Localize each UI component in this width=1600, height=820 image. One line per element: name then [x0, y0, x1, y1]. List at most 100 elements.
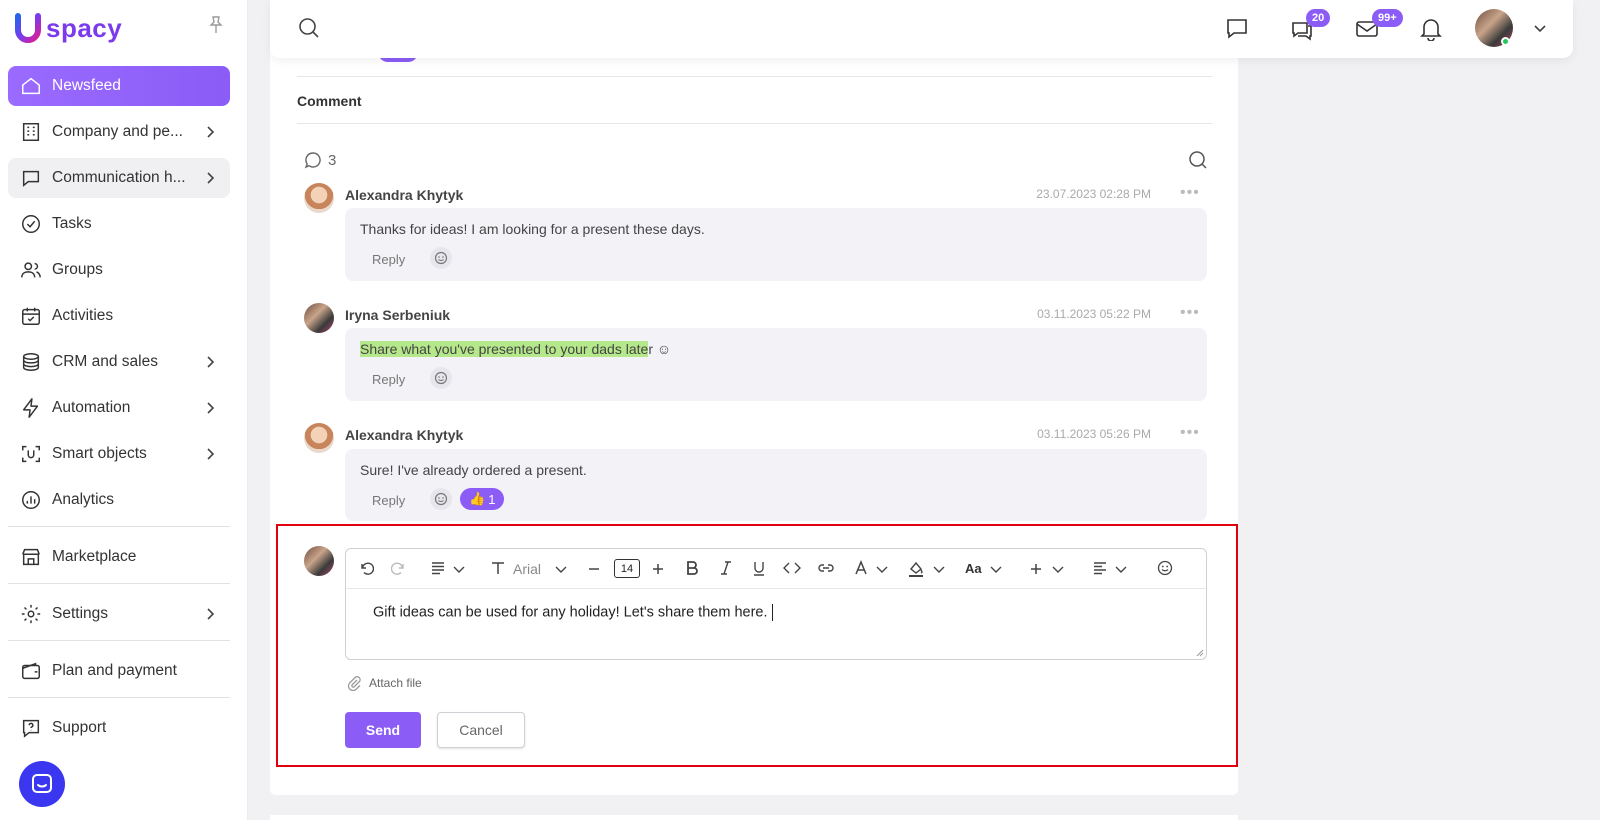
paperclip-icon [347, 676, 361, 691]
sidebar-item-groups[interactable]: Groups [8, 250, 230, 290]
bell-icon[interactable] [1420, 17, 1442, 41]
link-icon[interactable] [817, 560, 835, 576]
message-icon[interactable] [1225, 16, 1249, 40]
emoji-icon[interactable] [1157, 560, 1173, 576]
increase-size-icon[interactable] [651, 562, 665, 576]
insert-plus-icon[interactable] [1029, 562, 1043, 576]
divider [297, 123, 1212, 124]
store-icon [22, 548, 40, 566]
bolt-icon [22, 398, 39, 418]
decrease-size-icon[interactable] [587, 562, 601, 576]
sidebar-item-marketplace[interactable]: Marketplace [8, 537, 230, 577]
add-reaction-icon[interactable] [430, 247, 452, 269]
sidebar-item-automation[interactable]: Automation [8, 388, 230, 428]
logo[interactable]: spacy [14, 12, 122, 44]
italic-icon[interactable] [718, 560, 734, 576]
reply-button[interactable]: Reply [372, 372, 405, 387]
chevron-down-icon[interactable] [1532, 20, 1548, 36]
calendar-icon [22, 307, 40, 325]
check-circle-icon [22, 215, 40, 233]
comment-author[interactable]: Alexandra Khytyk [345, 187, 463, 203]
pin-icon[interactable] [208, 16, 224, 34]
chevron-down-icon[interactable] [932, 562, 946, 576]
comment-bubble: Sure! I've already ordered a present. Re… [345, 449, 1207, 521]
current-user-avatar [304, 546, 334, 576]
font-size-input[interactable]: 14 [614, 559, 640, 578]
sidebar-item-analytics[interactable]: Analytics [8, 480, 230, 520]
attach-file-label: Attach file [369, 676, 422, 690]
paragraph-format-icon[interactable] [430, 560, 446, 576]
comment-text: Sure! I've already ordered a present. [360, 462, 587, 478]
comment-bubble: Share what you've presented to your dads… [345, 328, 1207, 401]
sidebar-divider [8, 697, 230, 698]
comment-more-icon[interactable]: ••• [1180, 184, 1200, 202]
sidebar-item-newsfeed[interactable]: Newsfeed [8, 66, 230, 106]
redo-icon[interactable] [391, 560, 407, 576]
chevron-down-icon[interactable] [1114, 562, 1128, 576]
reply-button[interactable]: Reply [372, 252, 405, 267]
editor-toolbar: Arial 14 Aa [346, 549, 1206, 589]
comment-author[interactable]: Alexandra Khytyk [345, 427, 463, 443]
sidebar-item-plan[interactable]: Plan and payment [8, 651, 230, 691]
sidebar-item-company[interactable]: Company and pe... [8, 112, 230, 152]
chevron-down-icon[interactable] [875, 562, 889, 576]
align-left-icon[interactable] [1092, 560, 1108, 576]
sidebar-item-label: Automation [52, 399, 131, 416]
reaction-count: 1 [488, 491, 496, 507]
reaction-thumbs-up[interactable]: 👍 1 [460, 488, 505, 510]
text-color-icon[interactable] [853, 560, 869, 576]
chats-badge: 20 [1306, 9, 1331, 27]
sidebar-item-smart-objects[interactable]: Smart objects [8, 434, 230, 474]
attach-file-button[interactable]: Attach file [347, 675, 422, 691]
comment-date: 23.07.2023 02:28 PM [1036, 187, 1151, 201]
send-button[interactable]: Send [345, 712, 421, 748]
chevron-down-icon[interactable] [989, 562, 1003, 576]
comment-avatar[interactable] [304, 183, 334, 213]
home-icon [22, 77, 40, 95]
undo-icon[interactable] [358, 560, 374, 576]
live-chat-button[interactable] [19, 761, 65, 807]
comment-search-icon[interactable] [1188, 150, 1208, 170]
help-icon [22, 719, 40, 738]
sidebar-item-label: Support [52, 719, 107, 736]
reply-button[interactable]: Reply [372, 493, 405, 508]
sidebar-item-communication[interactable]: Communication h... [8, 158, 230, 198]
text-case-button[interactable]: Aa [965, 561, 982, 576]
sidebar-item-crm[interactable]: CRM and sales [8, 342, 230, 382]
wallet-icon [22, 662, 40, 680]
comment-author[interactable]: Iryna Serbeniuk [345, 307, 450, 323]
comment-more-icon[interactable]: ••• [1180, 424, 1200, 442]
sidebar-item-label: Company and pe... [52, 123, 183, 140]
font-family-value[interactable]: Arial [513, 561, 541, 577]
comment-avatar[interactable] [304, 423, 334, 453]
sidebar-item-support[interactable]: Support [8, 708, 230, 748]
resize-handle-icon[interactable] [1194, 647, 1204, 657]
comment-more-icon[interactable]: ••• [1180, 304, 1200, 322]
chevron-down-icon[interactable] [1051, 562, 1065, 576]
underline-icon[interactable] [751, 560, 767, 576]
font-family-icon[interactable] [490, 560, 506, 576]
sidebar-item-label: Plan and payment [52, 662, 177, 679]
sidebar-item-label: Activities [52, 307, 114, 324]
comment-text-rest: r ☺ [648, 341, 672, 357]
chart-icon [22, 491, 40, 509]
comment-count: 3 [304, 151, 336, 169]
comment-editor: Arial 14 Aa Gift ideas can be used for a… [345, 548, 1207, 660]
comment-avatar[interactable] [304, 303, 334, 333]
highlight-color-icon[interactable] [907, 560, 925, 578]
add-reaction-icon[interactable] [430, 367, 452, 389]
bold-icon[interactable] [684, 560, 700, 576]
add-reaction-icon[interactable] [430, 488, 452, 510]
sidebar-item-label: Settings [52, 605, 109, 622]
sidebar-item-settings[interactable]: Settings [8, 594, 230, 634]
search-icon[interactable] [298, 17, 320, 39]
chevron-down-icon[interactable] [554, 562, 568, 576]
reaction-emoji: 👍 [469, 491, 486, 506]
chevron-down-icon[interactable] [452, 562, 466, 576]
code-icon[interactable] [783, 560, 801, 576]
sidebar-item-activities[interactable]: Activities [8, 296, 230, 336]
cancel-button[interactable]: Cancel [437, 712, 525, 748]
comment-section-title: Comment [297, 93, 362, 109]
sidebar-item-tasks[interactable]: Tasks [8, 204, 230, 244]
comment-text-input[interactable]: Gift ideas can be used for any holiday! … [373, 604, 773, 621]
